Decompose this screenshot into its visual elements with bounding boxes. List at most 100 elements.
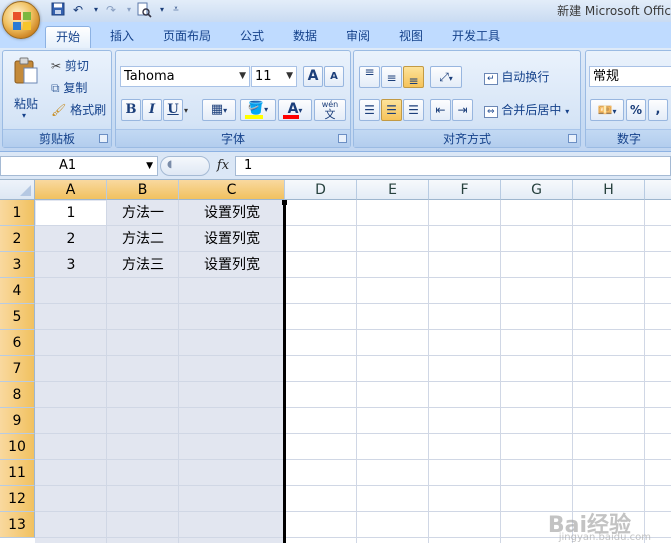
- underline-dropdown-icon[interactable]: ▾: [184, 106, 188, 115]
- gridline: [500, 200, 501, 543]
- name-box-value: A1: [59, 158, 77, 173]
- font-family-select[interactable]: Tahoma ▼: [120, 66, 250, 87]
- merge-center-label: 合并后居中: [501, 103, 562, 117]
- column-header-d[interactable]: D: [285, 180, 357, 200]
- column-header-c[interactable]: C: [179, 180, 285, 200]
- align-bottom-button[interactable]: ≡: [403, 66, 424, 88]
- align-top-button[interactable]: ≡: [359, 66, 380, 88]
- column-header-h[interactable]: H: [573, 180, 645, 200]
- decrease-indent-icon: ⇤: [435, 103, 446, 117]
- shrink-font-button[interactable]: A: [324, 66, 344, 87]
- tab-developer[interactable]: 开发工具: [442, 26, 510, 48]
- tab-data[interactable]: 数据: [283, 26, 327, 48]
- decrease-indent-button[interactable]: ⇤: [430, 99, 451, 121]
- tab-home[interactable]: 开始: [45, 26, 91, 48]
- name-box[interactable]: A1 ▼: [0, 156, 158, 176]
- office-button[interactable]: [2, 1, 40, 39]
- align-middle-button[interactable]: ≡: [381, 66, 402, 88]
- tab-review[interactable]: 审阅: [336, 26, 380, 48]
- percent-button[interactable]: %: [626, 99, 646, 121]
- column-header-g[interactable]: G: [501, 180, 573, 200]
- format-painter-button[interactable]: 🖌 格式刷: [51, 100, 106, 120]
- tab-insert[interactable]: 插入: [100, 26, 144, 48]
- gridline: [35, 433, 671, 434]
- grow-font-button[interactable]: A: [303, 66, 323, 87]
- borders-button[interactable]: ▦▾: [202, 99, 236, 121]
- row-header-2[interactable]: 2: [0, 226, 35, 252]
- merge-center-button[interactable]: ⇔ 合并后居中 ▾: [484, 100, 569, 120]
- row-header-4[interactable]: 4: [0, 278, 35, 304]
- cut-button[interactable]: ✂ 剪切: [51, 56, 89, 76]
- font-size-select[interactable]: 11 ▼: [251, 66, 297, 87]
- save-icon[interactable]: [50, 2, 66, 18]
- cell-c1[interactable]: 设置列宽: [179, 200, 285, 226]
- tab-formulas[interactable]: 公式: [230, 26, 274, 48]
- accounting-format-button[interactable]: 💴▾: [590, 99, 624, 121]
- grow-font-icon: A: [307, 68, 319, 84]
- scissors-icon: ✂: [51, 59, 62, 73]
- bold-button[interactable]: B: [121, 99, 141, 121]
- print-preview-icon[interactable]: [136, 2, 152, 18]
- number-format-select[interactable]: 常规: [589, 66, 671, 87]
- redo-dropdown-icon[interactable]: ▾: [121, 2, 137, 18]
- gridline: [35, 303, 671, 304]
- cell-b3[interactable]: 方法三: [107, 252, 179, 278]
- row-header-3[interactable]: 3: [0, 252, 35, 278]
- italic-button[interactable]: I: [142, 99, 162, 121]
- wrap-text-button[interactable]: ↵ 自动换行: [484, 67, 549, 87]
- row-header-10[interactable]: 10: [0, 434, 35, 460]
- align-right-button[interactable]: ☰: [403, 99, 424, 121]
- cell-c2[interactable]: 设置列宽: [179, 226, 285, 252]
- column-header-i[interactable]: [645, 180, 671, 200]
- cell-b1[interactable]: 方法一: [107, 200, 179, 226]
- phonetic-char: 文: [324, 108, 336, 121]
- cell-a1[interactable]: 1: [35, 200, 107, 226]
- underline-button[interactable]: U: [163, 99, 183, 121]
- row-header-8[interactable]: 8: [0, 382, 35, 408]
- increase-indent-button[interactable]: ⇥: [452, 99, 473, 121]
- formula-input[interactable]: 1: [235, 156, 671, 176]
- tab-view[interactable]: 视图: [389, 26, 433, 48]
- row-header-5[interactable]: 5: [0, 304, 35, 330]
- undo-icon[interactable]: ↶: [70, 2, 86, 18]
- align-left-button[interactable]: ☰: [359, 99, 380, 121]
- copy-button[interactable]: ⧉ 复制: [51, 78, 87, 98]
- row-header-7[interactable]: 7: [0, 356, 35, 382]
- font-launcher-icon[interactable]: [338, 134, 347, 143]
- clipboard-launcher-icon[interactable]: [99, 134, 108, 143]
- redo-icon[interactable]: ↷: [103, 2, 119, 18]
- font-color-button[interactable]: A▾: [278, 99, 312, 121]
- row-header-13[interactable]: 13: [0, 512, 35, 538]
- fill-color-button[interactable]: 🪣▾: [240, 99, 276, 121]
- cell-b2[interactable]: 方法二: [107, 226, 179, 252]
- fill-bucket-icon: 🪣: [247, 101, 265, 116]
- alignment-group: ≡ ≡ ≡ ⤢▾ ↵ 自动换行 ☰ ☰ ☰ ⇤ ⇥ ⇔ 合并后居中 ▾ 对齐方式: [353, 50, 581, 148]
- tab-page-layout[interactable]: 页面布局: [155, 26, 219, 48]
- customize-qat-icon[interactable]: ⩡: [168, 2, 184, 18]
- insert-function-button[interactable]: fx: [212, 156, 234, 176]
- row-header-11[interactable]: 11: [0, 460, 35, 486]
- cell-a3[interactable]: 3: [35, 252, 107, 278]
- formula-bar-splitter[interactable]: ◖: [160, 156, 210, 176]
- align-center-button[interactable]: ☰: [381, 99, 402, 121]
- paste-button[interactable]: 粘贴 ▾: [9, 55, 43, 127]
- cell-c3[interactable]: 设置列宽: [179, 252, 285, 278]
- phonetic-button[interactable]: wén 文: [314, 99, 346, 121]
- spreadsheet-grid[interactable]: A B C D E F G H 1 2 3 4 5 6 7 8 9 10 11 …: [0, 180, 671, 543]
- column-header-a[interactable]: A: [35, 180, 107, 200]
- column-header-f[interactable]: F: [429, 180, 501, 200]
- orientation-button[interactable]: ⤢▾: [430, 66, 462, 88]
- comma-button[interactable]: ,: [648, 99, 668, 121]
- column-header-e[interactable]: E: [357, 180, 429, 200]
- chevron-down-icon: ▾: [264, 105, 269, 114]
- undo-dropdown-icon[interactable]: ▾: [88, 2, 104, 18]
- row-header-12[interactable]: 12: [0, 486, 35, 512]
- alignment-launcher-icon[interactable]: [568, 134, 577, 143]
- select-all-button[interactable]: [0, 180, 35, 200]
- row-header-6[interactable]: 6: [0, 330, 35, 356]
- column-header-b[interactable]: B: [107, 180, 179, 200]
- row-header-9[interactable]: 9: [0, 408, 35, 434]
- row-header-1[interactable]: 1: [0, 200, 35, 226]
- chevron-down-icon: ▾: [612, 107, 617, 116]
- cell-a2[interactable]: 2: [35, 226, 107, 252]
